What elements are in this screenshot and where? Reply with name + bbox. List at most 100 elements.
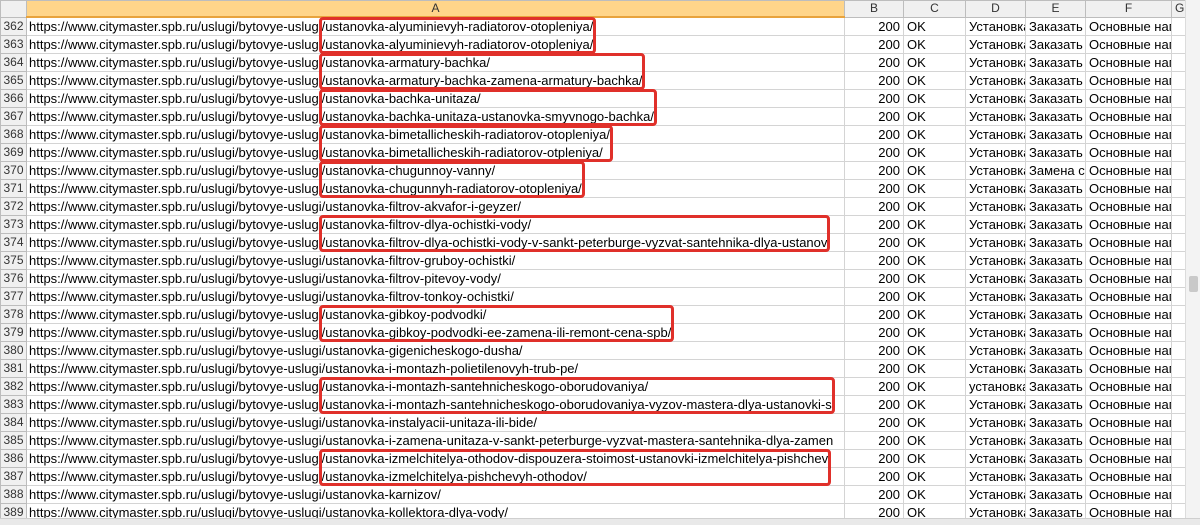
cell-status-text[interactable]: OK	[903, 215, 966, 234]
cell-description[interactable]: Замена ст	[1025, 161, 1086, 180]
cell-status-text[interactable]: OK	[903, 287, 966, 306]
cell-status-text[interactable]: OK	[903, 125, 966, 144]
row-number[interactable]: 374	[0, 233, 27, 252]
cell-status-code[interactable]: 200	[844, 71, 904, 90]
cell-description[interactable]: Заказать у	[1025, 16, 1086, 36]
cell-title[interactable]: Установка	[965, 53, 1026, 72]
cell-status-text[interactable]: OK	[903, 467, 966, 486]
cell-title[interactable]: Установка	[965, 143, 1026, 162]
cell-status-text[interactable]: OK	[903, 197, 966, 216]
cell-description[interactable]: Заказать у	[1025, 197, 1086, 216]
cell-status-code[interactable]: 200	[844, 359, 904, 378]
cell-status-text[interactable]: OK	[903, 395, 966, 414]
cell-title[interactable]: Установка	[965, 449, 1026, 468]
cell-status-text[interactable]: OK	[903, 377, 966, 396]
cell-description[interactable]: Заказать у	[1025, 215, 1086, 234]
cell-status-text[interactable]: OK	[903, 53, 966, 72]
cell-url[interactable]: https://www.citymaster.spb.ru/uslugi/byt…	[26, 89, 845, 108]
cell-category[interactable]: Основные напра	[1085, 377, 1172, 396]
cell-description[interactable]: Заказать у	[1025, 89, 1086, 108]
column-header-d[interactable]: D	[965, 0, 1026, 18]
row-number[interactable]: 370	[0, 161, 27, 180]
cell-status-code[interactable]: 200	[844, 215, 904, 234]
cell-category[interactable]: Основные напра	[1085, 413, 1172, 432]
cell-category[interactable]: Основные напра	[1085, 431, 1172, 450]
cell-status-code[interactable]: 200	[844, 143, 904, 162]
cell-title[interactable]: Установка	[965, 359, 1026, 378]
cell-title[interactable]: Установка	[965, 431, 1026, 450]
row-number[interactable]: 386	[0, 449, 27, 468]
row-number[interactable]: 362	[0, 16, 27, 36]
cell-description[interactable]: Заказать у	[1025, 269, 1086, 288]
cell-status-text[interactable]: OK	[903, 431, 966, 450]
row-number[interactable]: 363	[0, 35, 27, 54]
column-header-f[interactable]: F	[1085, 0, 1172, 18]
row-number[interactable]: 380	[0, 341, 27, 360]
cell-url[interactable]: https://www.citymaster.spb.ru/uslugi/byt…	[26, 467, 845, 486]
row-number[interactable]: 369	[0, 143, 27, 162]
cell-title[interactable]: Установка	[965, 71, 1026, 90]
cell-url[interactable]: https://www.citymaster.spb.ru/uslugi/byt…	[26, 215, 845, 234]
cell-url[interactable]: https://www.citymaster.spb.ru/uslugi/byt…	[26, 359, 845, 378]
cell-status-code[interactable]: 200	[844, 179, 904, 198]
cell-description[interactable]: Заказать у	[1025, 449, 1086, 468]
cell-url[interactable]: https://www.citymaster.spb.ru/uslugi/byt…	[26, 16, 845, 36]
cell-description[interactable]: Заказать у	[1025, 395, 1086, 414]
cell-category[interactable]: Основные напра	[1085, 35, 1172, 54]
vertical-scrollbar[interactable]	[1185, 0, 1200, 525]
row-number[interactable]: 376	[0, 269, 27, 288]
cell-description[interactable]: Заказать у	[1025, 305, 1086, 324]
cell-category[interactable]: Основные напра	[1085, 269, 1172, 288]
select-all-corner[interactable]	[0, 0, 27, 18]
row-number[interactable]: 381	[0, 359, 27, 378]
cell-category[interactable]: Основные напра	[1085, 16, 1172, 36]
cell-description[interactable]: Заказать у	[1025, 233, 1086, 252]
cell-title[interactable]: Установка	[965, 107, 1026, 126]
cell-status-code[interactable]: 200	[844, 305, 904, 324]
cell-url[interactable]: https://www.citymaster.spb.ru/uslugi/byt…	[26, 71, 845, 90]
cell-title[interactable]: Установка	[965, 485, 1026, 504]
cell-description[interactable]: Заказать у	[1025, 107, 1086, 126]
cell-description[interactable]: Заказать у	[1025, 71, 1086, 90]
cell-description[interactable]: Заказать у	[1025, 53, 1086, 72]
cell-url[interactable]: https://www.citymaster.spb.ru/uslugi/byt…	[26, 143, 845, 162]
cell-status-text[interactable]: OK	[903, 35, 966, 54]
cell-title[interactable]: Установка	[965, 197, 1026, 216]
cell-title[interactable]: Установка	[965, 251, 1026, 270]
cell-url[interactable]: https://www.citymaster.spb.ru/uslugi/byt…	[26, 449, 845, 468]
cell-status-code[interactable]: 200	[844, 197, 904, 216]
cell-url[interactable]: https://www.citymaster.spb.ru/uslugi/byt…	[26, 305, 845, 324]
cell-category[interactable]: Основные напра	[1085, 305, 1172, 324]
cell-description[interactable]: Заказать у	[1025, 35, 1086, 54]
cell-description[interactable]: Заказать у	[1025, 485, 1086, 504]
cell-description[interactable]: Заказать у	[1025, 431, 1086, 450]
cell-status-code[interactable]: 200	[844, 107, 904, 126]
cell-url[interactable]: https://www.citymaster.spb.ru/uslugi/byt…	[26, 395, 845, 414]
cell-url[interactable]: https://www.citymaster.spb.ru/uslugi/byt…	[26, 233, 845, 252]
row-number[interactable]: 372	[0, 197, 27, 216]
cell-description[interactable]: Заказать у	[1025, 287, 1086, 306]
cell-description[interactable]: Заказать у	[1025, 125, 1086, 144]
row-number[interactable]: 388	[0, 485, 27, 504]
row-number[interactable]: 364	[0, 53, 27, 72]
cell-description[interactable]: Заказать у	[1025, 413, 1086, 432]
cell-url[interactable]: https://www.citymaster.spb.ru/uslugi/byt…	[26, 413, 845, 432]
cell-status-code[interactable]: 200	[844, 89, 904, 108]
cell-url[interactable]: https://www.citymaster.spb.ru/uslugi/byt…	[26, 125, 845, 144]
cell-category[interactable]: Основные напра	[1085, 341, 1172, 360]
column-header-b[interactable]: B	[844, 0, 904, 18]
cell-status-text[interactable]: OK	[903, 269, 966, 288]
cell-url[interactable]: https://www.citymaster.spb.ru/uslugi/byt…	[26, 377, 845, 396]
cell-title[interactable]: Установка	[965, 413, 1026, 432]
cell-status-text[interactable]: OK	[903, 485, 966, 504]
cell-title[interactable]: Установка	[965, 215, 1026, 234]
row-number[interactable]: 387	[0, 467, 27, 486]
cell-title[interactable]: Установка	[965, 233, 1026, 252]
cell-status-code[interactable]: 200	[844, 125, 904, 144]
cell-title[interactable]: Установка	[965, 323, 1026, 342]
row-number[interactable]: 379	[0, 323, 27, 342]
column-header-a[interactable]: A	[26, 0, 845, 18]
cell-url[interactable]: https://www.citymaster.spb.ru/uslugi/byt…	[26, 251, 845, 270]
cell-url[interactable]: https://www.citymaster.spb.ru/uslugi/byt…	[26, 107, 845, 126]
cell-description[interactable]: Заказать у	[1025, 179, 1086, 198]
